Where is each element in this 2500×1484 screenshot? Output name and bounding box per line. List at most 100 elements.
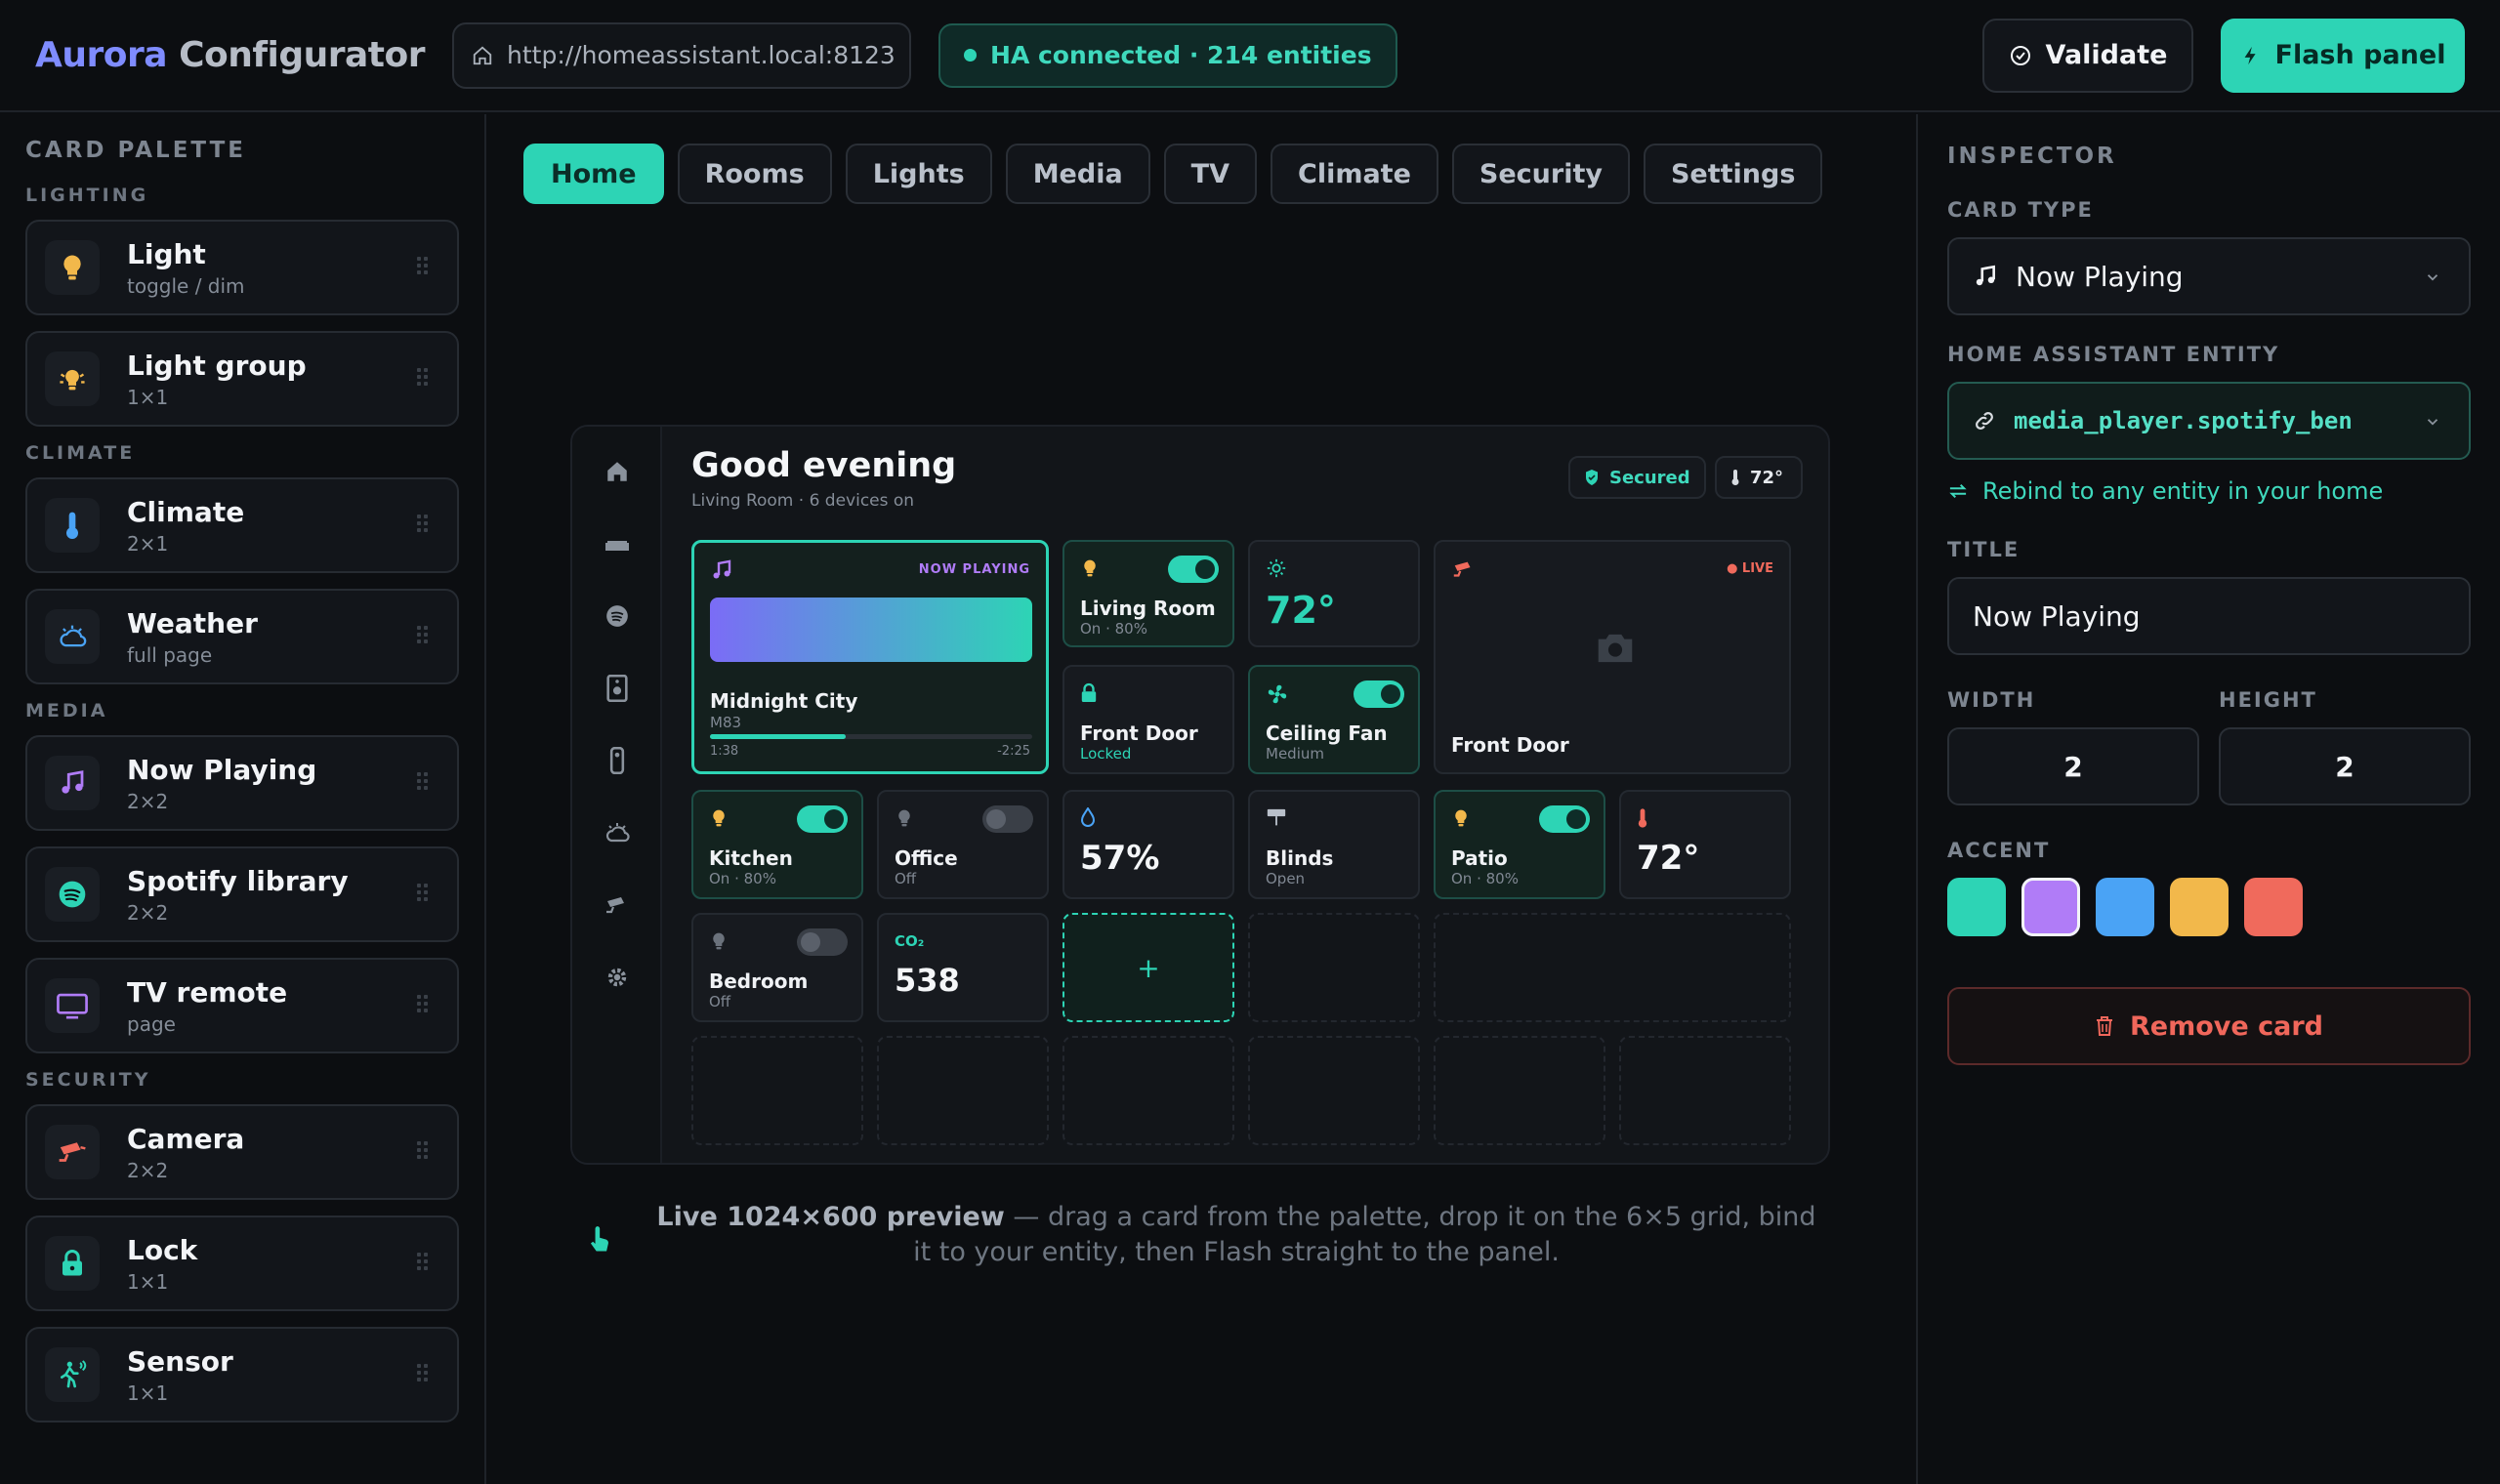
home-icon[interactable] [602,456,633,487]
camera-card[interactable]: ● LIVE Front Door [1434,540,1791,774]
bulb-icon [45,240,100,295]
climate-card[interactable]: 72° [1248,540,1420,647]
accent-swatch-red[interactable] [2244,878,2303,936]
tab-settings[interactable]: Settings [1643,144,1823,204]
accent-swatch-purple[interactable] [2021,878,2080,936]
drag-handle-icon[interactable] [417,1364,428,1381]
ha-url-field[interactable]: http://homeassistant.local:8123 [452,21,912,89]
palette-card-camera[interactable]: Camera 2×2 [25,1104,459,1200]
now-playing-card[interactable]: NOW PLAYING Midnight City M83 1:38 -2:25 [691,540,1049,774]
palette-card-light-group[interactable]: Light group 1×1 [25,331,459,427]
co2-icon: CO₂ [895,932,925,950]
weather-icon[interactable] [602,817,633,848]
add-card-slot[interactable]: + [1062,913,1234,1022]
card-palette: CARD PALETTE LIGHTING Light toggle / dim … [0,114,486,1484]
water-drop-icon [1080,807,1096,827]
empty-slot[interactable] [1434,913,1791,1022]
tab-rooms[interactable]: Rooms [677,144,832,204]
palette-card-spotify-library[interactable]: Spotify library 2×2 [25,846,459,942]
patio-toggle[interactable] [1539,805,1590,833]
palette-card-tv-remote[interactable]: TV remote page [25,958,459,1053]
accent-swatch-amber[interactable] [2170,878,2229,936]
category-lighting: LIGHTING [25,185,149,206]
empty-slot[interactable] [1248,913,1420,1022]
tab-tv[interactable]: TV [1163,144,1257,204]
home-icon [472,45,493,66]
patio-light-card[interactable]: Patio On · 80% [1434,790,1605,899]
empty-slot[interactable] [877,1036,1049,1145]
drag-handle-icon[interactable] [417,772,428,790]
tab-media[interactable]: Media [1005,144,1150,204]
living-room-toggle[interactable] [1168,556,1219,583]
empty-slot[interactable] [1434,1036,1605,1145]
accent-swatch-blue[interactable] [2096,878,2154,936]
flash-panel-button[interactable]: Flash panel [2221,18,2465,93]
office-light-card[interactable]: Office Off [877,790,1049,899]
gear-icon[interactable] [602,962,633,993]
co2-sensor-card[interactable]: CO₂ 538 [877,913,1049,1022]
sofa-icon[interactable] [602,528,633,559]
width-input[interactable]: 2 [1947,727,2199,805]
bulb-icon [709,930,729,952]
palette-card-climate[interactable]: Climate 2×1 [25,477,459,573]
validate-button[interactable]: Validate [1982,18,2193,93]
lightning-icon [2240,44,2262,67]
speaker-icon[interactable] [602,673,633,704]
tab-climate[interactable]: Climate [1271,144,1438,204]
camera-icon [45,1125,100,1179]
height-input[interactable]: 2 [2219,727,2471,805]
progress-track[interactable] [710,734,1032,739]
front-door-lock-card[interactable]: Front Door Locked [1062,665,1234,774]
empty-slot[interactable] [1248,1036,1420,1145]
rebind-link[interactable]: Rebind to any entity in your home [1947,477,2471,505]
palette-card-sensor[interactable]: Sensor 1×1 [25,1327,459,1422]
bedroom-light-card[interactable]: Bedroom Off [691,913,863,1022]
drag-handle-icon[interactable] [417,995,428,1012]
camera-icon[interactable] [602,889,633,921]
preview-nav-rail [572,427,662,1163]
outdoor-temp-card[interactable]: 72° [1619,790,1791,899]
entity-label: HOME ASSISTANT ENTITY [1947,343,2280,366]
bedroom-toggle[interactable] [797,928,848,956]
camera-placeholder-icon [1594,630,1637,667]
tab-home[interactable]: Home [523,144,664,204]
bulb-icon [1080,557,1100,579]
ceiling-fan-toggle[interactable] [1354,680,1404,708]
accent-swatch-teal[interactable] [1947,878,2006,936]
ceiling-fan-card[interactable]: Ceiling Fan Medium [1248,665,1420,774]
entity-select[interactable]: media_player.spotify_ben [1947,382,2471,460]
kitchen-toggle[interactable] [797,805,848,833]
secured-badge: Secured [1568,456,1706,499]
remote-icon[interactable] [602,745,633,776]
tab-security[interactable]: Security [1451,144,1630,204]
lock-icon [45,1236,100,1291]
remove-card-button[interactable]: Remove card [1947,987,2471,1065]
empty-slot[interactable] [691,1036,863,1145]
card-type-select[interactable]: Now Playing [1947,237,2471,315]
spotify-icon[interactable] [602,600,633,632]
tab-lights[interactable]: Lights [845,144,992,204]
drag-handle-icon[interactable] [417,1141,428,1159]
blinds-card[interactable]: Blinds Open [1248,790,1420,899]
humidity-card[interactable]: 57% [1062,790,1234,899]
now-playing-badge: NOW PLAYING [918,562,1030,577]
music-note-icon [1973,264,1998,289]
title-input[interactable]: Now Playing [1947,577,2471,655]
palette-card-lock[interactable]: Lock 1×1 [25,1216,459,1311]
living-room-light-card[interactable]: Living Room On · 80% [1062,540,1234,647]
drag-handle-icon[interactable] [417,257,428,274]
palette-card-weather[interactable]: Weather full page [25,589,459,684]
drag-handle-icon[interactable] [417,515,428,532]
office-toggle[interactable] [982,805,1033,833]
empty-slot[interactable] [1062,1036,1234,1145]
palette-card-now-playing[interactable]: Now Playing 2×2 [25,735,459,831]
drag-handle-icon[interactable] [417,884,428,901]
palette-card-light[interactable]: Light toggle / dim [25,220,459,315]
drag-handle-icon[interactable] [417,368,428,386]
empty-slot[interactable] [1619,1036,1791,1145]
track-title: Midnight City [710,689,858,713]
kitchen-light-card[interactable]: Kitchen On · 80% [691,790,863,899]
canvas-area: Home Rooms Lights Media TV Climate Secur… [488,114,1914,1484]
drag-handle-icon[interactable] [417,1253,428,1270]
drag-handle-icon[interactable] [417,626,428,643]
